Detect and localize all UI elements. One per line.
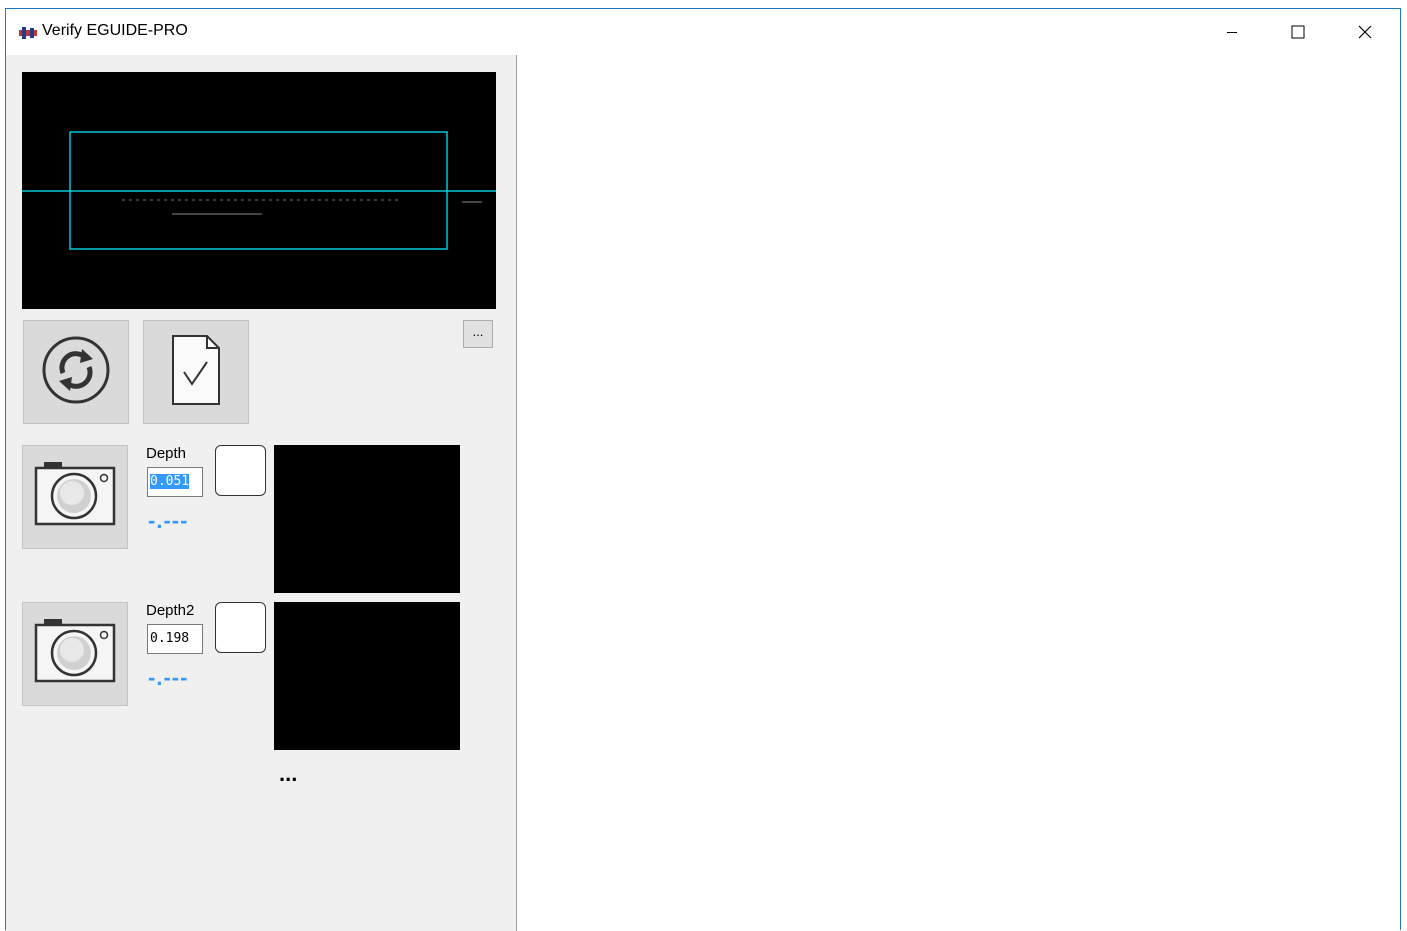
depth-status-indicator[interactable] [215, 445, 266, 496]
depth-capture-thumbnail[interactable] [274, 445, 460, 593]
depth2-capture-thumbnail[interactable] [274, 602, 460, 750]
verify-document-button[interactable] [143, 320, 249, 424]
depth-label: Depth [146, 445, 187, 462]
camera-preview[interactable] [22, 72, 496, 309]
window-title: Verify EGUIDE-PRO [42, 22, 188, 39]
maximize-icon [1291, 25, 1305, 39]
depth2-status-indicator[interactable] [215, 602, 266, 653]
control-panel: ... Depth 0.051 -.--- Depth2 0.198 -.---… [6, 55, 517, 931]
more-measurements-link[interactable]: ... [279, 761, 297, 787]
depth2-readout: -.--- [148, 665, 189, 690]
depth2-label: Depth2 [146, 602, 195, 619]
depth2-value-text: 0.198 [150, 631, 190, 646]
depth-readout: -.--- [148, 508, 189, 533]
camera-icon [34, 618, 116, 690]
title-bar[interactable]: Verify EGUIDE-PRO [6, 9, 1400, 55]
depth2-value-field[interactable]: 0.198 [147, 624, 203, 654]
depth-value-text: 0.051 [150, 474, 190, 489]
depth-value-field[interactable]: 0.051 [147, 467, 203, 497]
app-window: Verify EGUIDE-PRO ... Depth 0.051 -.--- … [5, 8, 1401, 931]
close-icon [1358, 25, 1372, 39]
close-button[interactable] [1342, 9, 1388, 55]
document-check-icon [169, 334, 223, 411]
app-logo-icon [19, 26, 37, 39]
minimize-button[interactable] [1209, 9, 1255, 55]
more-options-button[interactable]: ... [463, 320, 493, 348]
capture-depth-button[interactable] [22, 445, 128, 549]
minimize-icon [1226, 26, 1238, 38]
maximize-button[interactable] [1275, 9, 1321, 55]
refresh-button[interactable] [23, 320, 129, 424]
refresh-icon [41, 335, 111, 410]
camera-icon [34, 461, 116, 533]
capture-depth2-button[interactable] [22, 602, 128, 706]
